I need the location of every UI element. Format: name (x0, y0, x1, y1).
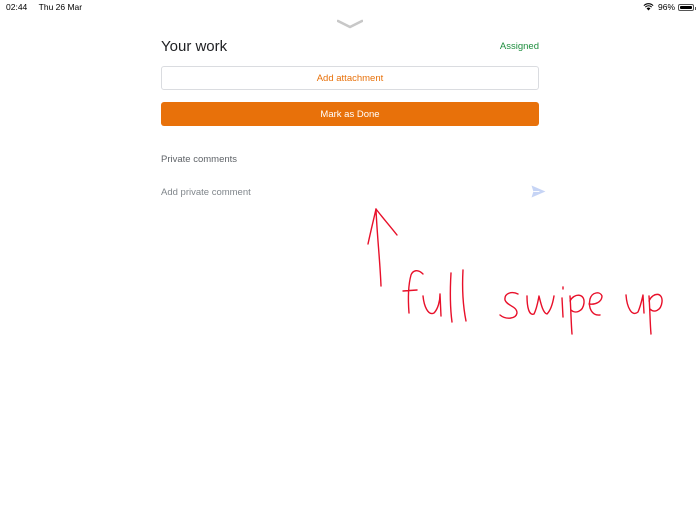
status-indicators: 96% (643, 2, 696, 12)
battery-icon (678, 3, 696, 11)
status-time: 02:44 (6, 2, 28, 12)
add-attachment-button[interactable]: Add attachment (161, 66, 539, 90)
annotation-arrow-shaft (375, 208, 382, 287)
page-title: Your work (161, 37, 228, 55)
status-time-date: 02:44 Thu 26 Mar (6, 2, 82, 12)
wifi-icon (643, 3, 654, 11)
your-work-card: Your work Assigned Add attachment Mark a… (161, 32, 539, 199)
card-header: Your work Assigned (161, 32, 539, 60)
send-icon[interactable] (531, 185, 546, 198)
status-badge: Assigned (499, 40, 539, 52)
annotation-text (402, 269, 663, 335)
annotation-arrow-head (367, 208, 398, 245)
private-comment-input[interactable] (161, 185, 521, 199)
battery-percent: 96% (657, 2, 675, 12)
battery-level (680, 5, 692, 9)
handwritten-annotation (367, 208, 663, 335)
status-date: Thu 26 Mar (38, 2, 83, 12)
private-comments-label: Private comments (161, 154, 238, 165)
chevron-down-icon[interactable] (337, 19, 363, 29)
mark-as-done-button[interactable]: Mark as Done (161, 102, 539, 126)
status-bar: 02:44 Thu 26 Mar 96% (0, 0, 700, 14)
